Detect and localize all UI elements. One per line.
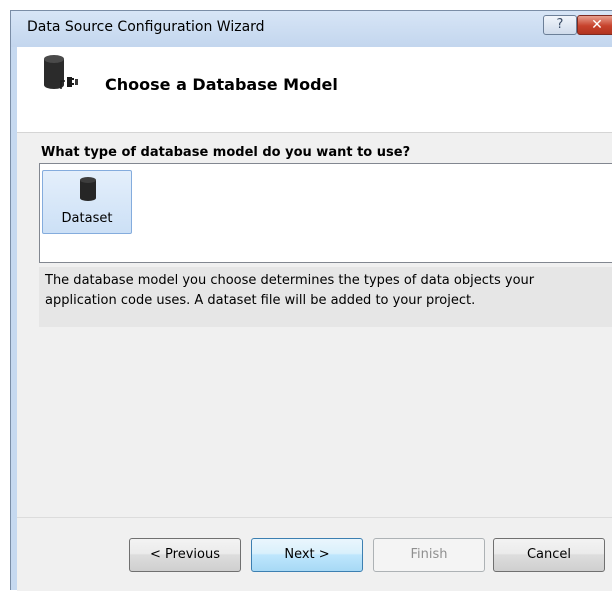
previous-button[interactable]: < Previous <box>129 538 241 572</box>
model-list[interactable]: Dataset <box>39 163 612 263</box>
database-icon <box>80 177 96 201</box>
model-item-label: Dataset <box>61 211 113 226</box>
window-title: Data Source Configuration Wizard <box>27 19 265 35</box>
next-button[interactable]: Next > <box>251 538 363 572</box>
title-bar[interactable]: Data Source Configuration Wizard ? ✕ <box>11 11 612 47</box>
wizard-content: Choose a Database Model What type of dat… <box>17 47 612 591</box>
model-description: The database model you choose determines… <box>39 267 612 327</box>
footer-divider <box>17 517 612 518</box>
header-divider <box>17 132 612 133</box>
wizard-header: Choose a Database Model <box>17 47 612 133</box>
database-connect-icon <box>44 55 78 89</box>
model-question: What type of database model do you want … <box>41 145 411 160</box>
finish-button[interactable]: Finish <box>373 538 485 572</box>
cancel-button[interactable]: Cancel <box>493 538 605 572</box>
model-item-dataset[interactable]: Dataset <box>42 170 132 234</box>
wizard-window: Data Source Configuration Wizard ? ✕ Cho… <box>10 10 612 591</box>
close-button[interactable]: ✕ <box>577 15 612 35</box>
help-button[interactable]: ? <box>543 15 577 35</box>
page-title: Choose a Database Model <box>105 75 338 94</box>
